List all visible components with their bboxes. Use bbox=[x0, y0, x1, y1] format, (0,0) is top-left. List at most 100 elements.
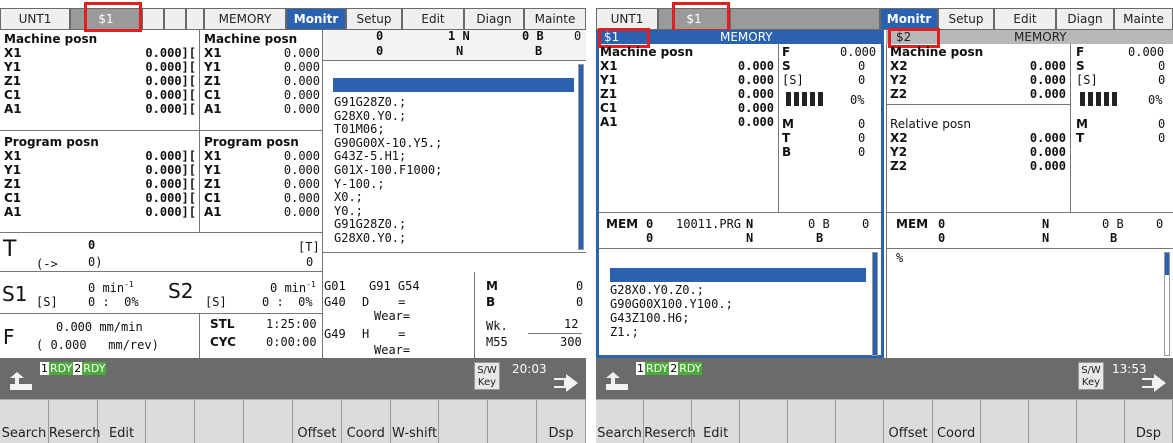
divider bbox=[322, 252, 586, 253]
function-key-3[interactable]: Edit bbox=[692, 400, 741, 443]
program2-value: 0.000 bbox=[283, 149, 320, 163]
tab-setup[interactable]: Setup bbox=[346, 8, 402, 30]
tool-label: T bbox=[3, 237, 17, 262]
stl-label: STL bbox=[210, 317, 235, 331]
system1-mode: MEMORY bbox=[720, 30, 773, 44]
function-key-5[interactable] bbox=[195, 400, 245, 443]
function-key-8[interactable]: Coord bbox=[933, 400, 981, 443]
divider bbox=[886, 248, 1173, 249]
machine-value: 0.000][ bbox=[145, 74, 196, 88]
tab-blank[interactable] bbox=[730, 8, 880, 30]
tab-unit[interactable]: UNT1 bbox=[0, 8, 70, 30]
axis-label-2: C1 bbox=[204, 191, 222, 205]
axis-label: Z2 bbox=[890, 87, 908, 101]
axis-value: 0.000 bbox=[1029, 87, 1066, 101]
function-key-7[interactable]: Offset bbox=[885, 400, 933, 443]
axis-label: C1 bbox=[600, 101, 618, 115]
tab-monitor[interactable]: Monitr bbox=[286, 8, 346, 30]
p1-current-block bbox=[610, 268, 866, 282]
axis-label-2: X1 bbox=[204, 46, 222, 60]
axis-label-2: A1 bbox=[204, 205, 222, 219]
function-key-11[interactable] bbox=[1077, 400, 1125, 443]
p2-f: F bbox=[1076, 45, 1085, 59]
tab-diagn[interactable]: Diagn bbox=[1056, 8, 1114, 30]
p1-mem: MEM bbox=[606, 217, 639, 231]
p1-scrollbar[interactable] bbox=[872, 252, 878, 356]
ready-indicator: 1 RDY 2 RDY bbox=[40, 362, 107, 375]
function-key-6[interactable] bbox=[836, 400, 885, 443]
function-key-4[interactable] bbox=[147, 400, 196, 443]
tab-mainte[interactable]: Mainte bbox=[1114, 8, 1173, 30]
axis-label: Y1 bbox=[4, 163, 22, 177]
axis-value: 0.000 bbox=[737, 73, 774, 87]
back-arrow-icon[interactable] bbox=[6, 372, 36, 394]
tab-memory: MEMORY bbox=[204, 8, 286, 30]
program-line: G43Z-5.H1; bbox=[334, 149, 407, 164]
tab-blank-2[interactable] bbox=[164, 8, 186, 30]
function-key-12[interactable]: Dsp sw. bbox=[537, 400, 586, 443]
next-arrow-icon[interactable] bbox=[1140, 372, 1170, 394]
tab-blank-3[interactable] bbox=[186, 8, 204, 30]
axis-label-2: X1 bbox=[204, 149, 222, 163]
b-label: B bbox=[486, 295, 496, 309]
function-key-9[interactable] bbox=[981, 400, 1029, 443]
function-key-3[interactable]: Edit bbox=[98, 400, 147, 443]
tool-bracket-value: 0 bbox=[306, 255, 314, 269]
p2-s-val: 0 bbox=[1158, 59, 1166, 73]
axis-label-2: C1 bbox=[204, 88, 222, 102]
p2-m-val: 0 bbox=[1158, 117, 1166, 131]
p1-b2v: 0 bbox=[862, 217, 870, 231]
next-arrow-icon[interactable] bbox=[552, 372, 582, 394]
sw-key-button[interactable]: S/W Key bbox=[1078, 362, 1104, 390]
function-key-11[interactable] bbox=[488, 400, 538, 443]
function-key-2[interactable]: Reserch bbox=[644, 400, 696, 443]
sw-key-button[interactable]: S/W Key bbox=[474, 362, 500, 390]
spindle-s1: S1 bbox=[2, 282, 28, 306]
p2-row2-n: N bbox=[1042, 231, 1050, 245]
tab-mainte[interactable]: Mainte bbox=[524, 8, 586, 30]
machine2-value: 0.000 bbox=[283, 74, 320, 88]
tab-edit[interactable]: Edit bbox=[994, 8, 1056, 30]
function-key-6[interactable] bbox=[244, 400, 293, 443]
function-key-10[interactable] bbox=[440, 400, 489, 443]
divider bbox=[0, 313, 322, 314]
function-key-10[interactable] bbox=[1029, 400, 1077, 443]
tab-monitor[interactable]: Monitr bbox=[880, 8, 938, 30]
p1-f: F bbox=[782, 45, 791, 59]
clock: 20:03 bbox=[512, 362, 547, 376]
p1-s-val: 0 bbox=[858, 59, 866, 73]
function-key-4[interactable] bbox=[740, 400, 789, 443]
tab-unit[interactable]: UNT1 bbox=[596, 8, 658, 30]
function-key-8[interactable]: Coord bbox=[342, 400, 391, 443]
function-key-9[interactable]: W-shift bbox=[391, 400, 440, 443]
divider bbox=[199, 30, 200, 232]
function-key-12[interactable]: Dsp sw. bbox=[1125, 400, 1173, 443]
tab-diagn[interactable]: Diagn bbox=[464, 8, 524, 30]
divider bbox=[0, 271, 322, 272]
ready-indicator: 1 RDY 2 RDY bbox=[636, 362, 703, 375]
p2-n: N bbox=[1042, 217, 1050, 231]
function-key-1[interactable]: Search bbox=[596, 400, 645, 443]
program-line: G90G00X100.Y100.; bbox=[610, 297, 733, 311]
tab-setup[interactable]: Setup bbox=[938, 8, 994, 30]
g01: G01 bbox=[324, 279, 346, 293]
program-scrollbar[interactable] bbox=[578, 64, 584, 250]
function-key-5[interactable] bbox=[788, 400, 837, 443]
s2-pct: 0 : 0% bbox=[262, 295, 313, 309]
p1-row2-n: N bbox=[746, 231, 754, 245]
highlight-box bbox=[672, 2, 730, 32]
divider bbox=[0, 232, 322, 233]
machine2-value: 0.000 bbox=[283, 60, 320, 74]
function-key-7[interactable]: Offset bbox=[293, 400, 342, 443]
p2-scrollbar[interactable] bbox=[1164, 252, 1170, 356]
p1-m-val: 0 bbox=[858, 117, 866, 131]
g91-g54: G91 G54 bbox=[369, 279, 420, 293]
tab-blank-1[interactable] bbox=[142, 8, 164, 30]
function-key-1[interactable]: Search bbox=[0, 400, 49, 443]
function-key-2[interactable]: Reserch bbox=[49, 400, 101, 443]
program-value: 0.000][ bbox=[145, 191, 196, 205]
back-arrow-icon[interactable] bbox=[602, 372, 632, 394]
axis-label: Y2 bbox=[890, 73, 908, 87]
axis-label: A1 bbox=[600, 115, 618, 129]
tab-edit[interactable]: Edit bbox=[402, 8, 464, 30]
